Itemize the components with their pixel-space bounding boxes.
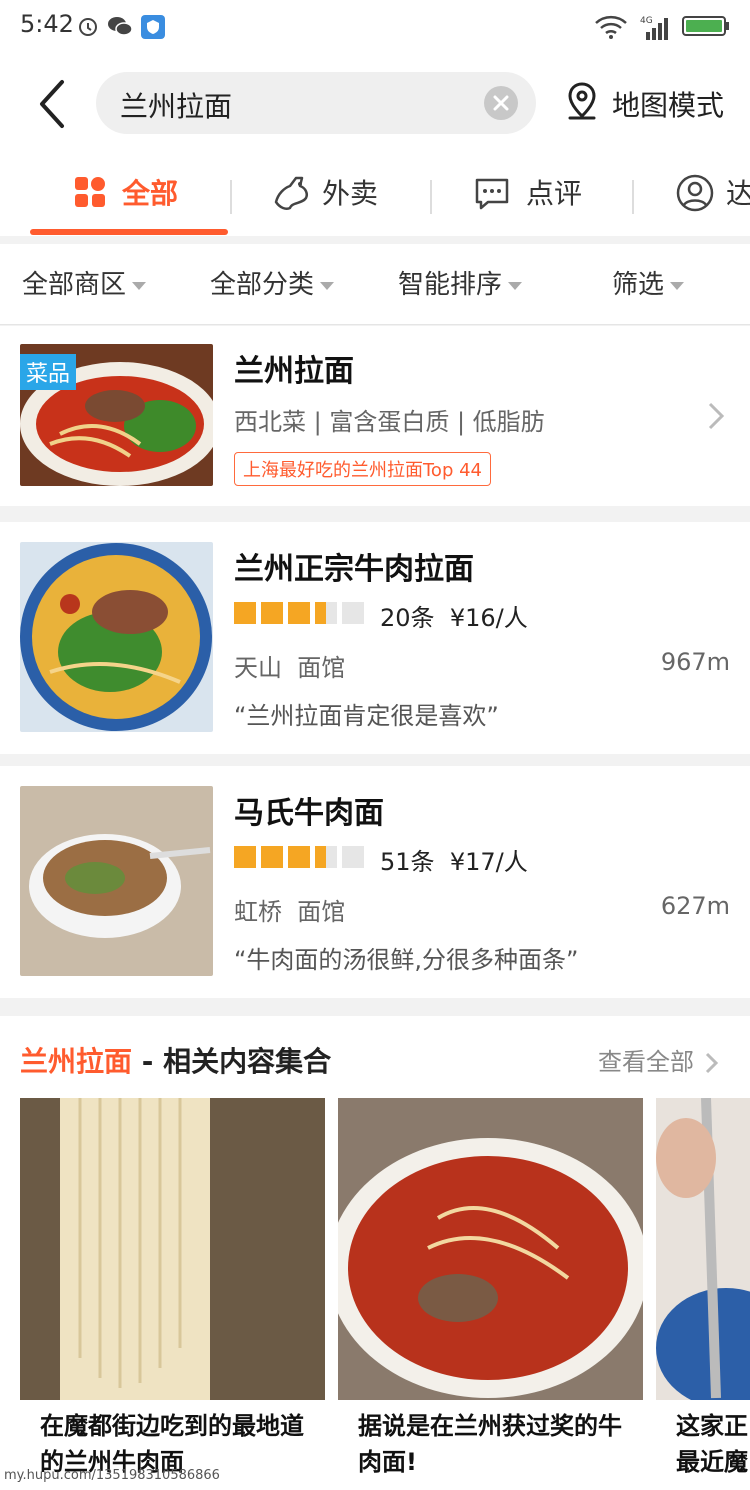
map-pin-icon xyxy=(568,82,596,120)
clear-icon xyxy=(493,95,509,111)
tab-all[interactable]: 全部 xyxy=(74,152,214,236)
shop-title: 马氏牛肉面 xyxy=(234,796,384,831)
tab-experts-label: 达 xyxy=(726,177,750,210)
filter-category-label: 全部分类 xyxy=(210,270,315,300)
shop-image xyxy=(20,542,213,732)
review-count-price: 51条 ¥17/人 xyxy=(380,842,528,877)
related-card[interactable]: 这家正最近魔 xyxy=(656,1098,750,1490)
review-count-price: 20条 ¥16/人 xyxy=(380,598,528,633)
search-header: 兰州拉面 地图模式 xyxy=(0,56,750,152)
tab-divider xyxy=(632,180,634,214)
shop-distance: 627m xyxy=(660,892,730,920)
back-button[interactable] xyxy=(30,76,80,132)
shop-distance: 967m xyxy=(660,648,730,676)
shield-icon xyxy=(140,14,166,44)
svg-text:4G: 4G xyxy=(640,16,653,26)
dish-title: 兰州拉面 xyxy=(234,354,354,389)
filter-area[interactable]: 全部商区 xyxy=(22,264,147,301)
shop-result-card[interactable]: 马氏牛肉面 51条 ¥17/人 虹桥 面馆 627m “牛肉面的汤很鲜,分很多种… xyxy=(0,766,750,998)
related-title-suffix: - 相关内容集合 xyxy=(132,1045,332,1078)
shop-category: 面馆 xyxy=(297,898,346,926)
dropdown-caret-icon xyxy=(670,281,685,290)
related-card-image xyxy=(656,1098,750,1400)
related-card-image xyxy=(20,1098,325,1400)
search-input-value: 兰州拉面 xyxy=(120,90,233,123)
battery-icon xyxy=(682,14,730,42)
related-card[interactable]: 在魔都街边吃到的最地道的兰州牛肉面 xyxy=(20,1098,325,1490)
tab-all-label: 全部 xyxy=(122,177,179,210)
avg-price: ¥16/人 xyxy=(449,604,528,632)
filter-more[interactable]: 筛选 xyxy=(612,264,685,301)
tab-divider xyxy=(430,180,432,214)
dish-subtitle: 西北菜 | 富含蛋白质 | 低脂肪 xyxy=(234,408,545,436)
filter-more-label: 筛选 xyxy=(612,270,665,300)
watermark: my.hupu.com/135198310586866 xyxy=(4,1468,220,1483)
shop-category: 面馆 xyxy=(297,654,346,682)
clear-search-button[interactable] xyxy=(484,86,518,120)
view-all-label: 查看全部 xyxy=(598,1048,694,1076)
related-card[interactable]: 据说是在兰州获过奖的牛肉面! xyxy=(338,1098,643,1490)
signal-icon: 4G xyxy=(640,14,670,46)
status-bar: 5:42 4G xyxy=(0,0,750,56)
comment-icon xyxy=(475,178,509,210)
review-quote: “兰州拉面肯定很是喜欢” xyxy=(234,702,499,730)
related-card-text: 据说是在兰州获过奖的牛肉面! xyxy=(358,1412,622,1476)
chevron-right-icon xyxy=(705,1052,719,1074)
takeout-icon xyxy=(274,176,308,210)
shop-title: 兰州正宗牛肉拉面 xyxy=(234,552,474,587)
related-keyword: 兰州拉面 xyxy=(20,1045,133,1078)
wechat-icon xyxy=(106,14,134,42)
ranking-tag[interactable]: 上海最好吃的兰州拉面Top 44 xyxy=(234,452,491,486)
dropdown-caret-icon xyxy=(320,281,335,290)
filter-category[interactable]: 全部分类 xyxy=(210,264,335,301)
dish-badge: 菜品 xyxy=(20,354,77,390)
related-card-image xyxy=(338,1098,643,1400)
shop-result-card[interactable]: 兰州正宗牛肉拉面 20条 ¥16/人 天山 面馆 967m “兰州拉面肯定很是喜… xyxy=(0,522,750,754)
shop-location: 天山 面馆 xyxy=(234,648,345,683)
related-card-text: 这家正最近魔 xyxy=(676,1412,748,1476)
alarm-icon xyxy=(76,14,100,42)
shop-area: 天山 xyxy=(234,654,282,682)
dish-result-card[interactable]: 菜品 兰州拉面 西北菜 | 富含蛋白质 | 低脂肪 上海最好吃的兰州拉面Top … xyxy=(0,326,750,506)
search-input[interactable]: 兰州拉面 xyxy=(96,72,536,134)
grid-icon xyxy=(75,177,105,207)
back-arrow-icon xyxy=(40,80,64,128)
status-time: 5:42 xyxy=(20,10,74,38)
rating-stars xyxy=(234,846,366,868)
tab-takeout[interactable]: 外卖 xyxy=(270,152,390,236)
active-tab-indicator xyxy=(30,229,228,235)
tab-experts[interactable]: 达 xyxy=(676,152,750,236)
dropdown-caret-icon xyxy=(132,281,147,290)
related-title: 兰州拉面 - 相关内容集合 xyxy=(20,1040,331,1080)
filter-sort[interactable]: 智能排序 xyxy=(398,264,523,301)
review-quote: “牛肉面的汤很鲜,分很多种面条” xyxy=(234,946,579,974)
tab-divider xyxy=(230,180,232,214)
category-tabs: 全部 外卖 点评 达 xyxy=(0,152,750,236)
tab-reviews-label: 点评 xyxy=(526,177,583,210)
rating-stars xyxy=(234,602,366,624)
wifi-icon xyxy=(594,14,628,44)
chevron-right-icon xyxy=(708,402,725,430)
shop-image xyxy=(20,786,213,976)
review-count: 51条 xyxy=(380,848,435,876)
filter-bar: 全部商区 全部分类 智能排序 筛选 xyxy=(0,244,750,325)
shop-area: 虹桥 xyxy=(234,898,282,926)
dish-image: 菜品 xyxy=(20,344,213,486)
shop-location: 虹桥 面馆 xyxy=(234,892,345,927)
map-mode-label: 地图模式 xyxy=(612,89,725,122)
avg-price: ¥17/人 xyxy=(449,848,528,876)
tab-takeout-label: 外卖 xyxy=(322,177,379,210)
related-content-section: 兰州拉面 - 相关内容集合 查看全部 在魔都街边吃到的最地道的兰州牛肉面 据说是… xyxy=(0,1016,750,1490)
view-all-link[interactable]: 查看全部 xyxy=(598,1042,720,1077)
dropdown-caret-icon xyxy=(508,281,523,290)
review-count: 20条 xyxy=(380,604,435,632)
filter-sort-label: 智能排序 xyxy=(398,270,503,300)
user-icon xyxy=(676,174,714,212)
tab-reviews[interactable]: 点评 xyxy=(474,152,594,236)
filter-area-label: 全部商区 xyxy=(22,270,127,300)
